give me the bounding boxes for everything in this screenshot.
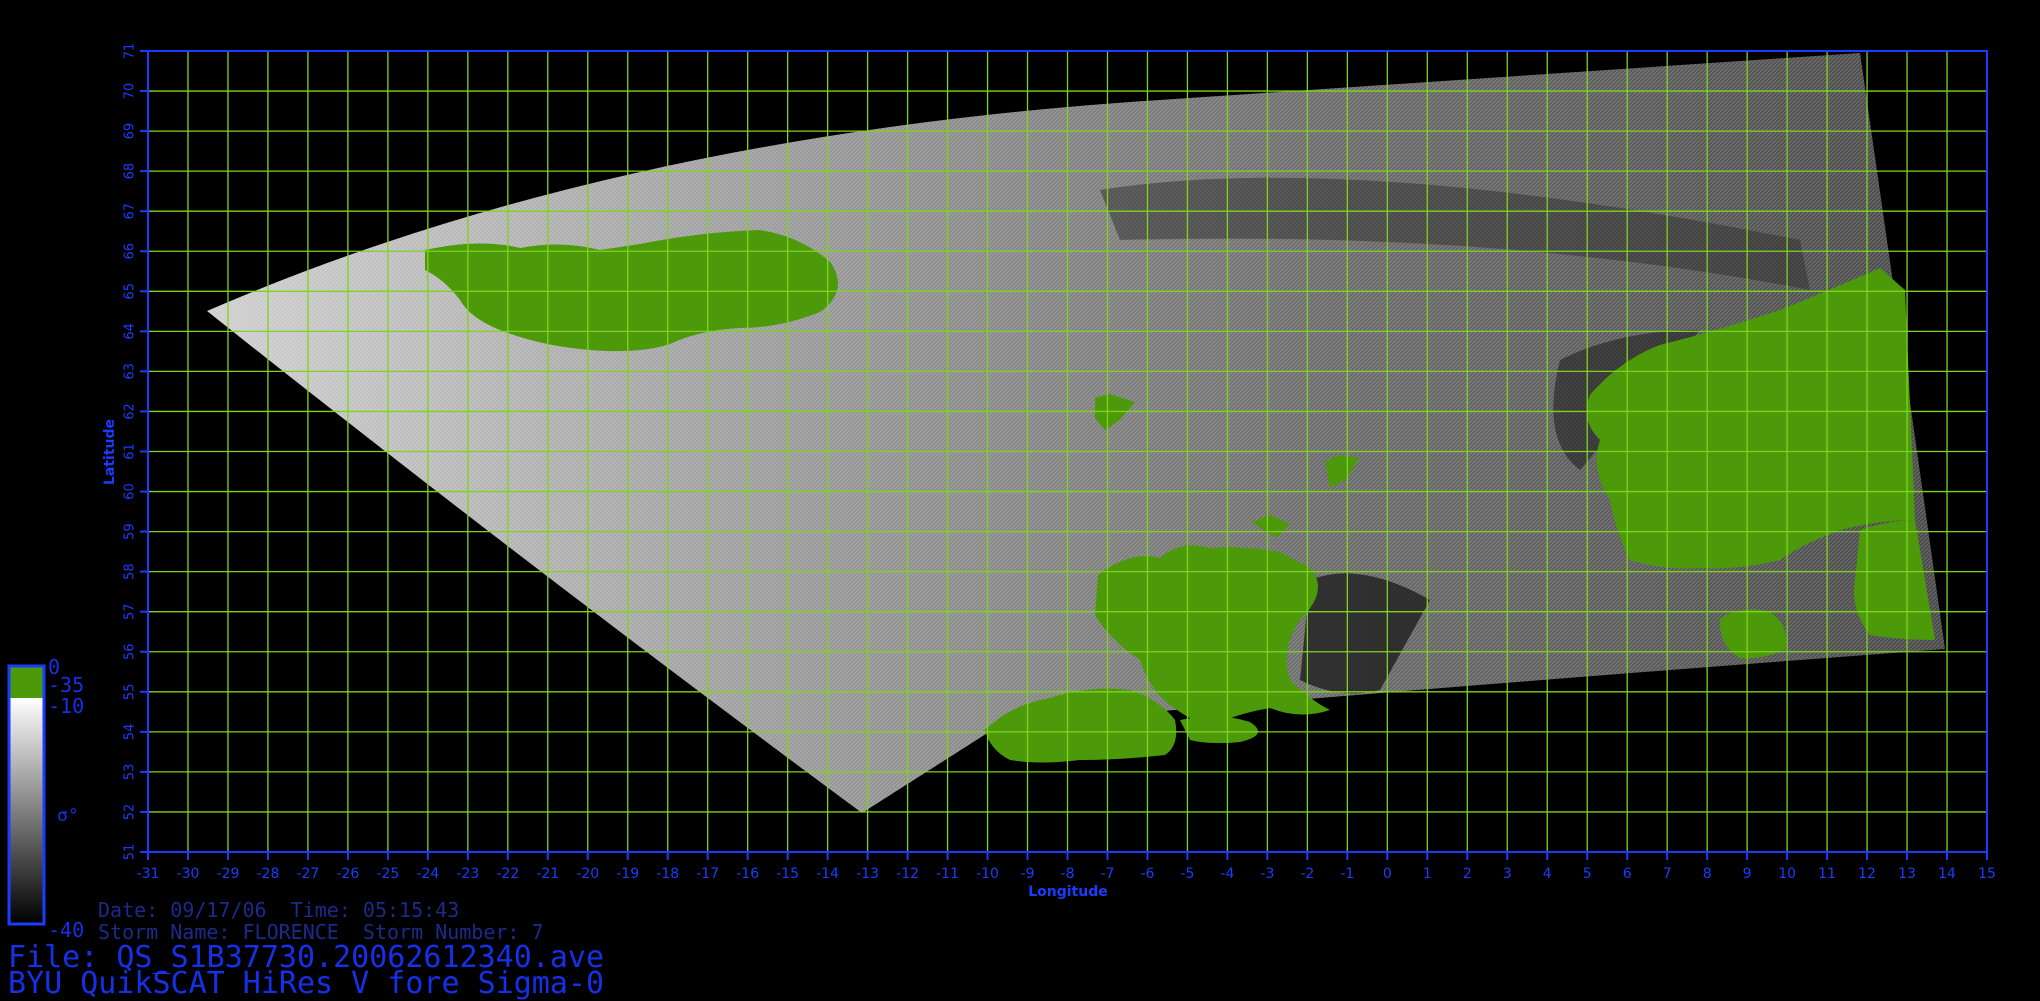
x-tick-label: -18 — [656, 866, 679, 882]
y-tick-label: 61 — [123, 443, 138, 460]
colorbar-label-scale-top: -10 — [48, 694, 85, 718]
x-tick-label: 11 — [1818, 866, 1836, 882]
x-tick-label: 1 — [1423, 866, 1432, 882]
x-tick-label: -1 — [1340, 866, 1354, 882]
y-tick-label: 57 — [123, 603, 138, 620]
x-tick-label: -30 — [177, 866, 200, 882]
x-tick-label: 3 — [1503, 866, 1512, 882]
x-tick-label: -25 — [376, 866, 399, 882]
y-tick-label: 54 — [123, 724, 138, 741]
colorbar — [7, 664, 46, 926]
x-tick-label: -29 — [217, 866, 240, 882]
y-tick-label: 58 — [123, 563, 138, 580]
y-tick-label: 66 — [123, 243, 138, 260]
y-tick-label: 51 — [123, 844, 138, 861]
x-tick-label: -21 — [536, 866, 559, 882]
x-tick-label: -27 — [296, 866, 319, 882]
x-tick-label: -19 — [616, 866, 639, 882]
x-tick-label: -13 — [856, 866, 879, 882]
x-tick-label: 2 — [1463, 866, 1472, 882]
storm-line: Storm Name: FLORENCE Storm Number: 7 — [98, 920, 544, 944]
lat-lon-grid — [147, 50, 1988, 853]
x-tick-label: -12 — [896, 866, 919, 882]
x-tick-label: -10 — [976, 866, 999, 882]
x-tick-label: 7 — [1663, 866, 1672, 882]
x-tick-label: -24 — [416, 866, 439, 882]
y-tick-label: 59 — [123, 523, 138, 540]
y-axis-label: Latitude — [102, 419, 118, 485]
x-tick-label: 9 — [1743, 866, 1752, 882]
x-tick-label: 6 — [1623, 866, 1632, 882]
x-tick-label: 14 — [1938, 866, 1956, 882]
x-tick-label: 13 — [1898, 866, 1916, 882]
y-tick-label: 63 — [123, 363, 138, 380]
x-tick-label: -2 — [1300, 866, 1314, 882]
x-tick-label: -20 — [576, 866, 599, 882]
x-tick-label: -9 — [1021, 866, 1035, 882]
y-tick-label: 60 — [123, 483, 138, 500]
x-tick-label: 15 — [1978, 866, 1996, 882]
x-tick-label: -16 — [736, 866, 759, 882]
x-tick-label: -8 — [1061, 866, 1075, 882]
x-tick-label: -22 — [496, 866, 519, 882]
x-tick-label: -31 — [137, 866, 160, 882]
x-tick-label: -4 — [1220, 866, 1234, 882]
x-tick-label: 12 — [1858, 866, 1876, 882]
colorbar-land-swatch — [9, 666, 44, 698]
colorbar-gradient — [9, 698, 44, 924]
x-tick-label: -7 — [1100, 866, 1114, 882]
y-tick-label: 62 — [123, 403, 138, 420]
x-tick-label: -17 — [696, 866, 719, 882]
y-tick-label: 65 — [123, 283, 138, 300]
colorbar-label-land-bottom: -35 — [48, 673, 85, 697]
x-tick-label: -5 — [1180, 866, 1194, 882]
y-tick-label: 64 — [123, 323, 138, 340]
x-tick-label: 10 — [1778, 866, 1796, 882]
land-england — [1180, 716, 1258, 744]
x-tick-label: 4 — [1543, 866, 1552, 882]
x-axis-label: Longitude — [1028, 884, 1108, 900]
x-tick-label: -11 — [936, 866, 959, 882]
x-tick-label: -15 — [776, 866, 799, 882]
colorbar-units-label: σ° — [57, 805, 79, 826]
colorbar-label-scale-bottom: -40 — [48, 918, 85, 942]
y-tick-label: 55 — [123, 684, 138, 701]
y-tick-label: 71 — [123, 43, 138, 60]
x-tick-label: 5 — [1583, 866, 1592, 882]
y-tick-label: 70 — [123, 83, 138, 100]
y-tick-label: 68 — [123, 163, 138, 180]
sigma0-map: -31 -30 -29 -28 -27 -26 -25 -24 -23 -22 -21 -20 -19-… — [7, 43, 1996, 926]
x-tick-label: -28 — [256, 866, 279, 882]
y-tick-label: 67 — [123, 203, 138, 220]
y-tick-label: 69 — [123, 123, 138, 140]
product-line: BYU QuikSCAT HiRes V fore Sigma-0 — [8, 966, 605, 1001]
x-tick-label: -26 — [336, 866, 359, 882]
y-tick-label: 56 — [123, 643, 138, 660]
x-tick-label: 0 — [1383, 866, 1392, 882]
x-tick-label: -6 — [1140, 866, 1154, 882]
x-tick-label: 8 — [1703, 866, 1712, 882]
x-tick-label: -23 — [456, 866, 479, 882]
date-time-line: Date: 09/17/06 Time: 05:15:43 — [98, 898, 460, 922]
x-tick-label: -3 — [1260, 866, 1274, 882]
x-tick-label: -14 — [816, 866, 839, 882]
y-tick-label: 53 — [123, 764, 138, 781]
y-tick-label: 52 — [123, 804, 138, 821]
